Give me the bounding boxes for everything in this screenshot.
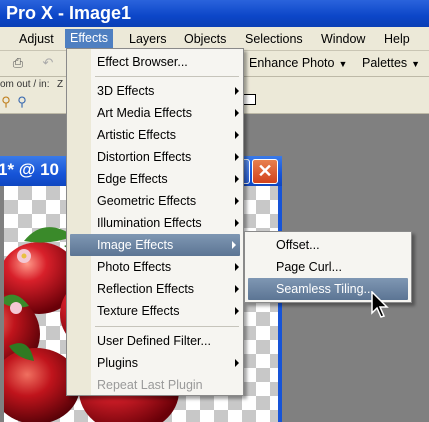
menu-item-reflection-effects[interactable]: Reflection Effects <box>67 278 243 300</box>
menu-item-photo-effects[interactable]: Photo Effects <box>67 256 243 278</box>
image-window-title: 1* @ 10 <box>0 160 60 179</box>
menu-help[interactable]: Help <box>383 31 411 47</box>
submenu-arrow-icon <box>232 241 236 249</box>
submenu-arrow-icon <box>235 197 239 205</box>
menu-item-label: Artistic Effects <box>97 128 176 142</box>
menu-item-edge-effects[interactable]: Edge Effects <box>67 168 243 190</box>
print-icon[interactable]: ⎙ <box>10 55 26 71</box>
menu-item-label: Plugins <box>97 356 138 370</box>
submenu-arrow-icon <box>235 359 239 367</box>
menu-item-label: Illumination Effects <box>97 216 202 230</box>
menu-item-label: Photo Effects <box>97 260 172 274</box>
app-title: Pro X - Image1 <box>6 3 132 23</box>
menu-item-illumination-effects[interactable]: Illumination Effects <box>67 212 243 234</box>
effects-menu: Effect Browser... 3D Effects Art Media E… <box>66 48 244 396</box>
submenu-arrow-icon <box>235 87 239 95</box>
menu-item-label: Edge Effects <box>97 172 168 186</box>
undo-icon[interactable]: ↶ <box>40 55 56 71</box>
menu-item-label: Reflection Effects <box>97 282 195 296</box>
close-button[interactable]: ✕ <box>252 159 278 184</box>
submenu-arrow-icon <box>235 307 239 315</box>
mouse-pointer-icon <box>371 291 389 318</box>
submenu-arrow-icon <box>235 263 239 271</box>
menu-item-effect-browser[interactable]: Effect Browser... <box>67 51 243 73</box>
blossom-shape <box>10 302 22 314</box>
submenu-arrow-icon <box>235 153 239 161</box>
menu-item-user-defined-filter[interactable]: User Defined Filter... <box>67 330 243 352</box>
enhance-photo-menu[interactable]: Enhance Photo ▼ <box>249 56 347 70</box>
menu-separator <box>95 326 239 327</box>
blossom-shape <box>21 253 27 259</box>
menu-item-label: Distortion Effects <box>97 150 192 164</box>
menu-item-label: Seamless Tiling... <box>276 282 374 296</box>
menu-item-page-curl[interactable]: Page Curl... <box>245 256 411 278</box>
palettes-menu[interactable]: Palettes ▼ <box>362 56 420 70</box>
menu-selections[interactable]: Selections <box>244 31 304 47</box>
menu-item-artistic-effects[interactable]: Artistic Effects <box>67 124 243 146</box>
menu-item-image-effects[interactable]: Image Effects <box>70 234 240 256</box>
menu-layers[interactable]: Layers <box>128 31 168 47</box>
window-box-icon[interactable] <box>243 94 256 105</box>
menu-item-label: Texture Effects <box>97 304 180 318</box>
menu-item-label: Repeat Last Plugin <box>97 378 203 392</box>
menu-item-3d-effects[interactable]: 3D Effects <box>67 80 243 102</box>
menu-effects[interactable]: Effects <box>65 29 113 48</box>
image-window-frame <box>278 186 282 422</box>
submenu-arrow-icon <box>235 219 239 227</box>
menu-item-plugins[interactable]: Plugins <box>67 352 243 374</box>
enhance-photo-label: Enhance Photo <box>249 56 335 70</box>
menu-item-label: 3D Effects <box>97 84 155 98</box>
menu-item-label: Image Effects <box>97 238 174 252</box>
menu-item-label: Art Media Effects <box>97 106 192 120</box>
menu-item-repeat-last-plugin: Repeat Last Plugin <box>67 374 243 396</box>
menu-item-geometric-effects[interactable]: Geometric Effects <box>67 190 243 212</box>
menu-item-texture-effects[interactable]: Texture Effects <box>67 300 243 322</box>
zoom-short-label: Z <box>57 79 64 90</box>
menu-item-label: User Defined Filter... <box>97 334 211 348</box>
zoom-label: om out / in: <box>0 79 50 90</box>
submenu-arrow-icon <box>235 285 239 293</box>
menu-item-label: Page Curl... <box>276 260 343 274</box>
menu-item-label: Geometric Effects <box>97 194 197 208</box>
menu-adjust[interactable]: Adjust <box>18 31 55 47</box>
zoom-out-icon[interactable]: ⚲ <box>0 94 14 110</box>
chevron-down-icon: ▼ <box>411 59 421 69</box>
submenu-arrow-icon <box>235 175 239 183</box>
submenu-arrow-icon <box>235 109 239 117</box>
menu-item-distortion-effects[interactable]: Distortion Effects <box>67 146 243 168</box>
menu-window[interactable]: Window <box>320 31 366 47</box>
zoom-in-icon[interactable]: ⚲ <box>14 94 30 110</box>
menu-separator <box>95 76 239 77</box>
menu-objects[interactable]: Objects <box>183 31 227 47</box>
palettes-label: Palettes <box>362 56 408 70</box>
menu-item-art-media-effects[interactable]: Art Media Effects <box>67 102 243 124</box>
app-title-bar: Pro X - Image1 <box>0 0 429 27</box>
menu-item-label: Effect Browser... <box>97 55 188 69</box>
chevron-down-icon: ▼ <box>338 59 348 69</box>
menu-item-label: Offset... <box>276 238 320 252</box>
menu-item-offset[interactable]: Offset... <box>245 234 411 256</box>
submenu-arrow-icon <box>235 131 239 139</box>
